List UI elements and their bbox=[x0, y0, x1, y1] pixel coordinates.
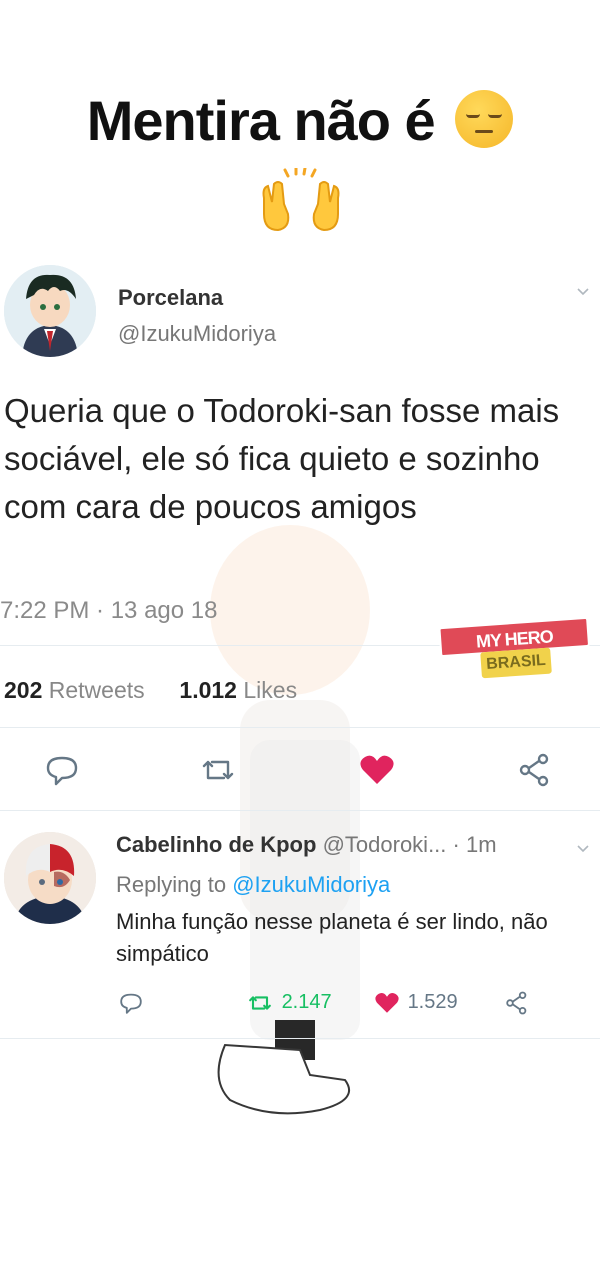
logo-bottom-text: BRASIL bbox=[480, 647, 552, 679]
reply-tweet[interactable]: Cabelinho de Kpop @Todoroki... · 1m Repl… bbox=[0, 812, 600, 1037]
retweet-icon[interactable] bbox=[244, 989, 276, 1017]
reply-like-count: 1.529 bbox=[407, 991, 458, 1013]
retweets-label[interactable]: Retweets bbox=[49, 677, 145, 703]
reply-text: Minha função nesse planeta é ser lindo, … bbox=[116, 909, 548, 966]
reply-reply-button[interactable] bbox=[116, 988, 146, 1016]
reply-time: · 1m bbox=[452, 832, 497, 857]
reply-author-name[interactable]: Cabelinho de Kpop bbox=[116, 832, 316, 857]
reply-retweet-button[interactable]: 2.147 bbox=[244, 988, 332, 1016]
reply-share-button[interactable] bbox=[502, 988, 532, 1016]
author-handle[interactable]: @IzukuMidoriya bbox=[118, 321, 276, 347]
reply-avatar[interactable] bbox=[4, 832, 96, 924]
reply-header: Cabelinho de Kpop @Todoroki... · 1m bbox=[116, 832, 497, 858]
tweet-timestamp[interactable]: 7:22 PM · 13 ago 18 bbox=[0, 597, 217, 625]
likes-count[interactable]: 1.012 bbox=[179, 677, 237, 703]
tweet-stats: 202 Retweets 1.012 Likes bbox=[4, 677, 297, 704]
divider bbox=[0, 727, 600, 728]
reply-like-button[interactable]: 1.529 bbox=[372, 988, 458, 1016]
retweets-count[interactable]: 202 bbox=[4, 677, 42, 703]
divider bbox=[0, 1038, 600, 1039]
heart-icon[interactable] bbox=[357, 750, 397, 790]
caption-text: Mentira não é bbox=[86, 89, 436, 152]
main-tweet[interactable]: Porcelana @IzukuMidoriya Queria que o To… bbox=[0, 245, 600, 810]
meme-header: Mentira não é bbox=[0, 0, 600, 245]
reply-retweet-count: 2.147 bbox=[281, 991, 332, 1013]
share-icon[interactable] bbox=[502, 989, 532, 1017]
share-icon[interactable] bbox=[515, 750, 555, 790]
reply-icon[interactable] bbox=[42, 750, 82, 790]
reply-icon[interactable] bbox=[116, 989, 146, 1017]
replying-label: Replying to bbox=[116, 872, 227, 897]
avatar[interactable] bbox=[4, 265, 96, 357]
meme-caption: Mentira não é bbox=[0, 88, 600, 153]
reply-author-handle[interactable]: @Todoroki... bbox=[323, 832, 447, 857]
tweet-text: Queria que o Todoroki-san fosse mais soc… bbox=[4, 392, 560, 525]
pensive-face-emoji-icon bbox=[455, 90, 514, 148]
my-hero-academia-brasil-logo: MY HERO ACADEMIA BRASIL bbox=[438, 607, 593, 689]
heart-icon[interactable] bbox=[372, 989, 402, 1017]
retweet-icon[interactable] bbox=[198, 750, 238, 790]
chevron-down-icon[interactable] bbox=[576, 842, 590, 856]
replying-to: Replying to @IzukuMidoriya bbox=[116, 872, 390, 898]
replying-handle-link[interactable]: @IzukuMidoriya bbox=[232, 872, 390, 897]
likes-label[interactable]: Likes bbox=[243, 677, 297, 703]
raising-hands-emoji-icon bbox=[262, 168, 340, 232]
author-name[interactable]: Porcelana bbox=[118, 285, 223, 311]
chevron-down-icon[interactable] bbox=[576, 285, 590, 299]
divider bbox=[0, 810, 600, 811]
